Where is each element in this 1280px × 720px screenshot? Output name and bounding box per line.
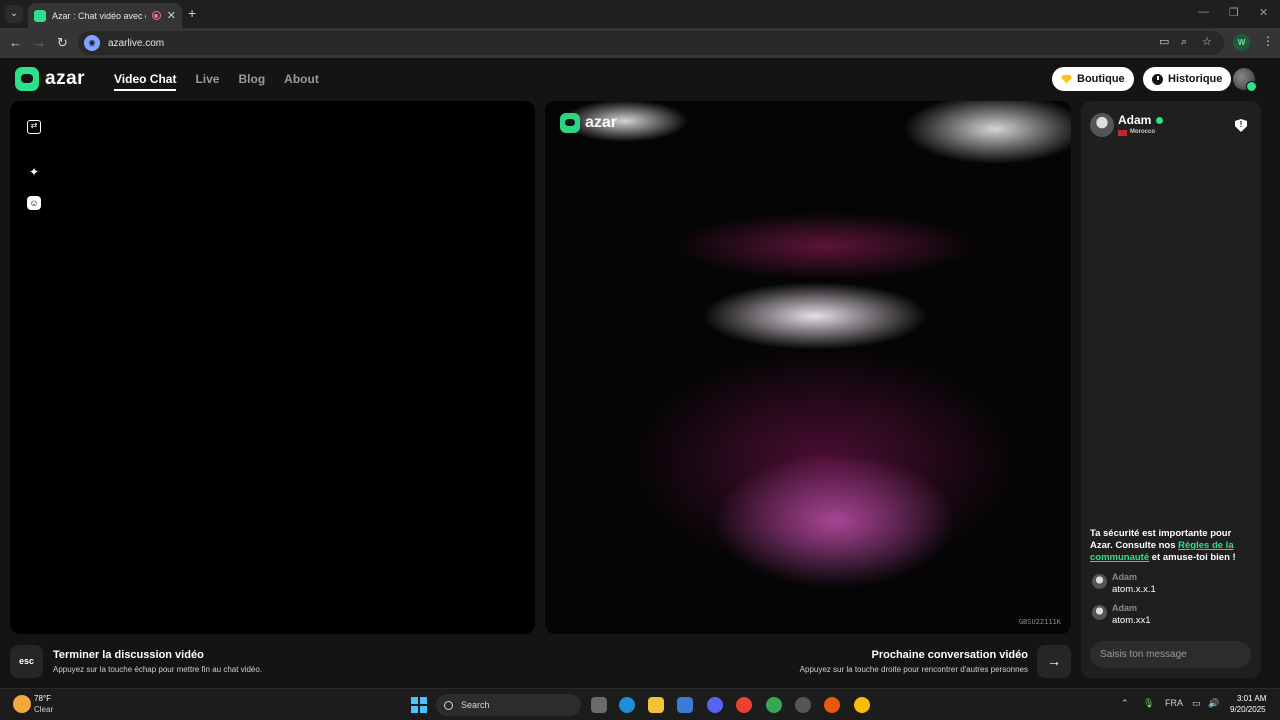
clock-icon <box>1152 73 1163 85</box>
azar-logo-icon <box>15 67 39 91</box>
end-chat-hint: Appuyez sur la touche échap pour mettre … <box>53 665 263 674</box>
nav-video-chat[interactable]: Video Chat <box>114 72 177 91</box>
message-text: atom.x.x.1 <box>1112 584 1156 595</box>
message-avatar <box>1092 605 1107 620</box>
site-info-icon[interactable]: ◉ <box>84 35 100 51</box>
browser-tab-azar[interactable]: Azar : Chat vidéo avec de n ✕ <box>28 3 182 28</box>
forward-arrow-icon[interactable]: → <box>33 35 46 51</box>
chat-panel: Adam Morocco ! Ta sécurité est important… <box>1081 101 1261 678</box>
chrome-w-icon[interactable] <box>854 697 870 713</box>
store-icon[interactable] <box>677 697 693 713</box>
restore-icon[interactable]: ❐ <box>1229 6 1239 19</box>
chat-message: Adam atom.x.x.1 <box>1092 572 1156 595</box>
browser-profile-icon[interactable]: W <box>1233 34 1250 51</box>
zoom-icon[interactable]: ⌕ <box>1181 35 1187 49</box>
gem-icon <box>1061 74 1072 84</box>
end-chat-esc-button[interactable]: esc <box>10 645 43 678</box>
windows-start-icon[interactable] <box>411 697 427 713</box>
chrome-icon[interactable] <box>736 697 752 713</box>
nav-live[interactable]: Live <box>195 72 219 91</box>
search-icon <box>444 700 453 710</box>
discord-icon[interactable] <box>707 697 723 713</box>
partner-name: Adam <box>1118 113 1152 127</box>
my-video-panel: ⇄ ✦ ☺ <box>10 101 535 634</box>
taskbar-time[interactable]: 3:01 AM <box>1237 694 1266 703</box>
tab-search-chevron-icon[interactable]: ⌄ <box>5 5 23 23</box>
edge-icon[interactable] <box>619 697 635 713</box>
minimize-icon[interactable]: — <box>1198 6 1209 18</box>
video-id-code: GBSU22111K <box>1018 618 1061 626</box>
tray-mic-icon[interactable]: 🎙 <box>1143 698 1154 709</box>
task-view-icon[interactable] <box>591 697 607 713</box>
partner-country: Morocco <box>1130 129 1156 135</box>
window-close-icon[interactable]: ✕ <box>1259 6 1268 19</box>
browser-toolbar: ← → ↻ ◉ azarlive.com ▭ ⌕ ☆ <box>0 28 1280 58</box>
azar-logo[interactable]: azar <box>15 67 85 91</box>
bookmark-star-icon[interactable]: ☆ <box>1202 35 1212 49</box>
next-chat-title: Prochaine conversation vidéo <box>871 649 1029 661</box>
back-arrow-icon[interactable]: ← <box>9 35 22 51</box>
watermark-logo-icon <box>560 113 580 133</box>
report-shield-icon[interactable]: ! <box>1235 119 1247 132</box>
swap-camera-icon[interactable]: ⇄ <box>27 120 41 134</box>
watermark-text: azar <box>585 114 618 131</box>
microphone-app-icon[interactable] <box>824 697 840 713</box>
message-text: atom.xx1 <box>1112 615 1151 626</box>
message-author: Adam <box>1112 572 1138 582</box>
historique-button[interactable]: Historique <box>1143 67 1232 91</box>
weather-condition: Clear <box>34 705 54 714</box>
end-chat-title: Terminer la discussion vidéo <box>53 649 204 661</box>
recording-indicator-icon <box>151 11 161 20</box>
browser-menu-icon[interactable]: ⋮ <box>1262 34 1274 48</box>
tab-title: Azar : Chat vidéo avec de n <box>52 10 146 21</box>
user-avatar[interactable] <box>1233 68 1257 92</box>
main-nav: Video Chat Live Blog About <box>114 72 319 91</box>
taskbar-date[interactable]: 9/20/2025 <box>1230 705 1266 714</box>
boutique-label: Boutique <box>1077 73 1125 85</box>
taskbar-search[interactable]: Search <box>436 694 581 716</box>
cast-icon[interactable]: ▭ <box>1159 35 1169 49</box>
partner-avatar[interactable] <box>1090 113 1114 137</box>
azar-logo-text: azar <box>45 68 86 89</box>
taskbar-search-label: Search <box>461 700 490 710</box>
app-icon[interactable] <box>795 697 811 713</box>
language-indicator[interactable]: FRA <box>1165 698 1183 708</box>
volume-icon[interactable]: 🔊 <box>1208 698 1219 709</box>
taskbar: 78°F Clear Search ⌃ 🎙 FRA ▭ 🔊 3:01 AM 9/… <box>0 688 1280 720</box>
nav-about[interactable]: About <box>284 72 319 91</box>
reload-icon[interactable]: ↻ <box>57 35 68 51</box>
address-bar[interactable]: ◉ azarlive.com <box>78 31 1224 55</box>
file-explorer-icon[interactable] <box>648 697 664 713</box>
safety-text-suffix: et amuse-toi bien ! <box>1149 552 1236 563</box>
tray-overflow-icon[interactable]: ⌃ <box>1121 698 1129 709</box>
historique-label: Historique <box>1168 73 1223 85</box>
weather-temperature: 78°F <box>34 694 51 703</box>
new-tab-button[interactable]: + <box>188 5 196 21</box>
browser-tab-strip: ⌄ Azar : Chat vidéo avec de n ✕ + — ❐ ✕ <box>0 0 1280 28</box>
chrome-profile-icon[interactable] <box>766 697 782 713</box>
url-text: azarlive.com <box>108 37 165 49</box>
azar-favicon-icon <box>34 9 46 22</box>
nav-blog[interactable]: Blog <box>238 72 265 91</box>
online-status-icon <box>1156 117 1163 124</box>
video-watermark: azar <box>560 113 617 133</box>
next-chat-arrow-button[interactable]: → <box>1037 645 1071 678</box>
morocco-flag-icon <box>1118 130 1127 136</box>
message-avatar <box>1092 574 1107 589</box>
boutique-button[interactable]: Boutique <box>1052 67 1134 91</box>
message-author: Adam <box>1112 603 1138 613</box>
safety-notice: Ta sécurité est importante pour Azar. Co… <box>1090 528 1256 564</box>
weather-moon-icon[interactable] <box>13 695 31 713</box>
next-chat-hint: Appuyez sur la touche droite pour rencon… <box>799 665 1028 674</box>
tab-close-icon[interactable]: ✕ <box>167 9 176 22</box>
sparkle-effects-icon[interactable]: ✦ <box>27 165 41 179</box>
chat-message-input[interactable] <box>1090 641 1251 668</box>
face-mask-icon[interactable]: ☺ <box>27 196 41 210</box>
chat-message: Adam atom.xx1 <box>1092 603 1151 626</box>
partner-video-panel: azar GBSU22111K <box>545 101 1071 634</box>
azar-site: azar Video Chat Live Blog About Boutique… <box>0 58 1280 688</box>
network-icon[interactable]: ▭ <box>1192 698 1201 709</box>
